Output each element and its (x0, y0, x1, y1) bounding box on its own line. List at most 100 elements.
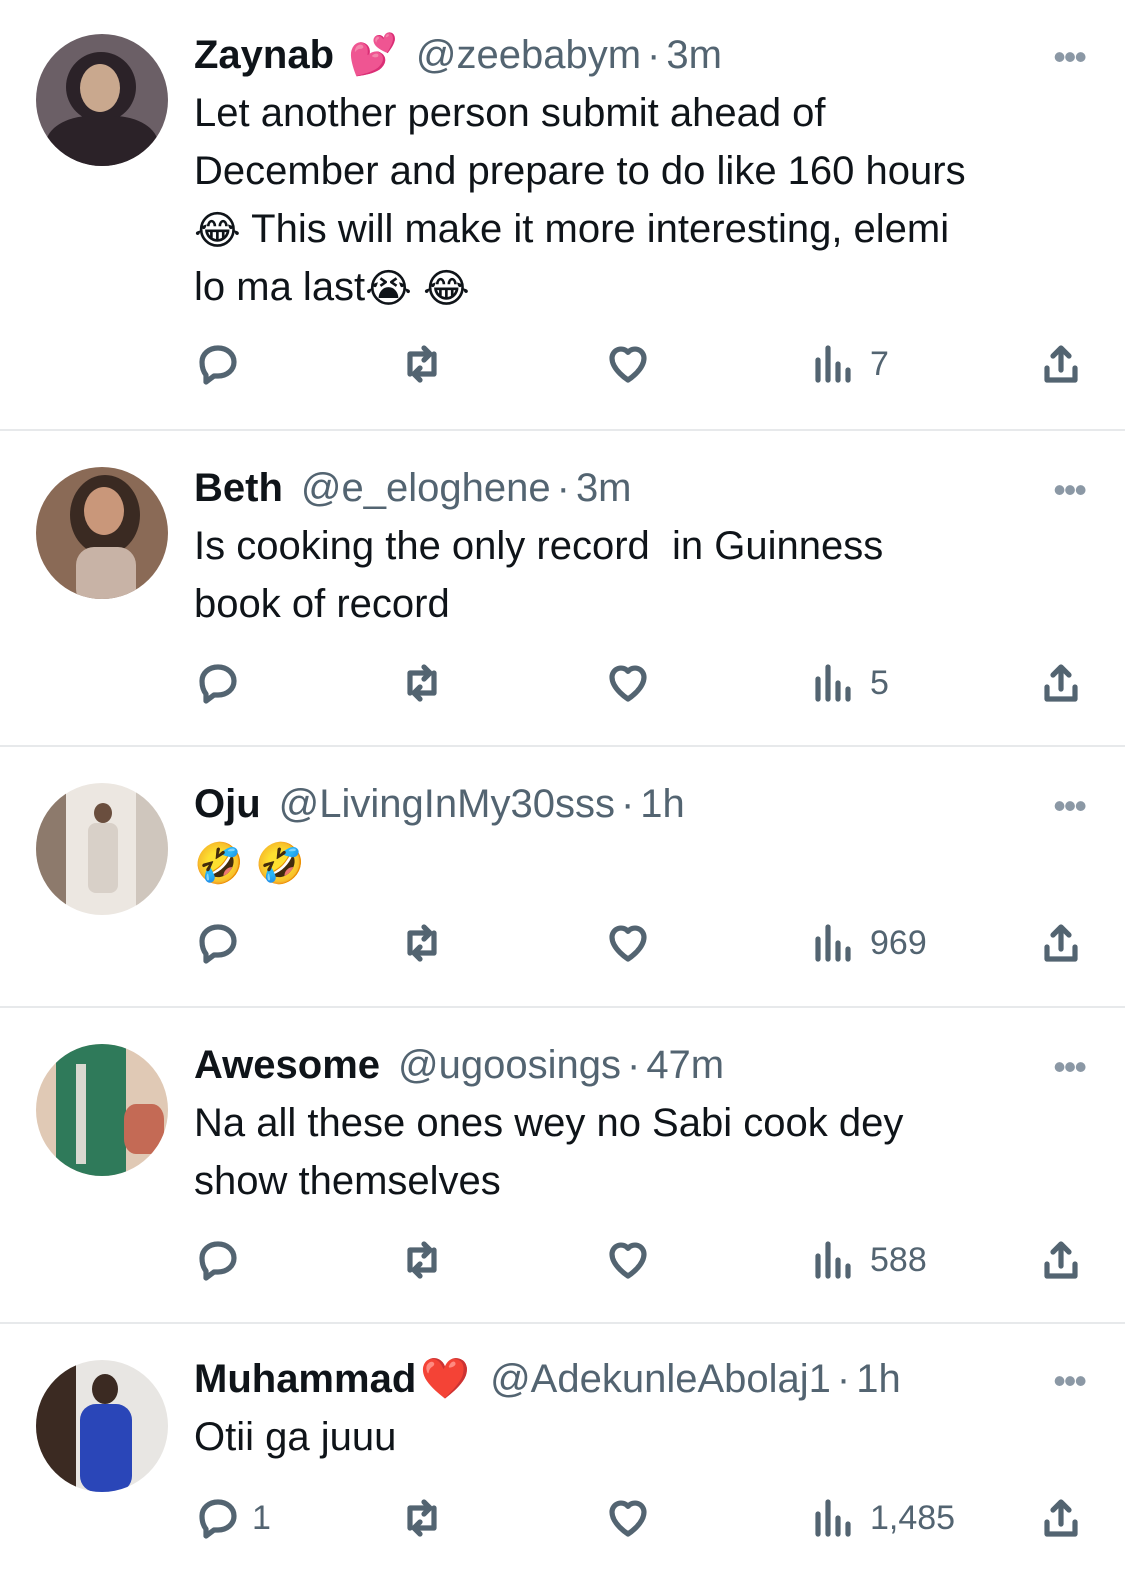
more-options-icon[interactable]: ••• (1053, 1360, 1087, 1402)
separator: · (556, 466, 570, 510)
heart-icon (609, 925, 647, 962)
separator: · (626, 1043, 641, 1087)
more-options-icon[interactable]: ••• (1053, 36, 1087, 78)
tweet[interactable]: Zaynab 💕 @zeebabym · 3m Let another pers… (0, 0, 1125, 431)
name-emoji: ❤️ (420, 1357, 471, 1401)
separator: · (620, 782, 635, 826)
reply-icon (199, 345, 237, 385)
tweet-text: Let another person submit ahead of Decem… (194, 91, 966, 312)
retweet-button[interactable] (398, 657, 446, 709)
timestamp[interactable]: 1h (856, 1354, 901, 1404)
views-button[interactable]: 588 (808, 1234, 927, 1286)
reply-button[interactable] (194, 1234, 256, 1286)
view-count: 7 (870, 344, 889, 383)
retweet-icon (407, 1499, 437, 1537)
display-name[interactable]: Beth (194, 463, 283, 513)
user-handle[interactable]: @e_eloghene (301, 463, 551, 513)
avatar[interactable] (36, 783, 168, 915)
reply-icon (199, 1241, 237, 1281)
tweet-header: Oju @LivingInMy30sss · 1h (194, 779, 1085, 829)
display-name[interactable]: Awesome (194, 1040, 380, 1090)
views-chart-icon (815, 924, 851, 962)
share-button[interactable] (1037, 657, 1085, 709)
more-options-icon[interactable]: ••• (1053, 469, 1087, 511)
user-handle[interactable]: @AdekunleAbolaj1 (490, 1354, 831, 1404)
reply-button[interactable] (194, 338, 256, 390)
display-name[interactable]: Zaynab (194, 30, 334, 80)
reply-button[interactable] (194, 917, 256, 969)
heart-icon (609, 1242, 647, 1279)
retweet-button[interactable] (398, 917, 446, 969)
user-handle[interactable]: @LivingInMy30sss (279, 779, 615, 829)
avatar[interactable] (36, 1044, 168, 1176)
retweet-icon (407, 664, 437, 702)
views-chart-icon (815, 1241, 851, 1279)
tweet-text: Is cooking the only record in Guinness b… (194, 524, 884, 626)
avatar[interactable] (36, 1360, 168, 1492)
share-button[interactable] (1037, 917, 1085, 969)
retweet-button[interactable] (398, 1234, 446, 1286)
tweet[interactable]: Oju @LivingInMy30sss · 1h 🤣 🤣 ••• 969 (0, 747, 1125, 1008)
tweet-header: Zaynab 💕 @zeebabym · 3m (194, 30, 1085, 80)
share-button[interactable] (1037, 1492, 1085, 1544)
tweet-header: Muhammad ❤️ @AdekunleAbolaj1 · 1h (194, 1354, 1085, 1404)
share-icon (1044, 664, 1078, 702)
share-button[interactable] (1037, 1234, 1085, 1286)
like-button[interactable] (604, 917, 652, 969)
name-emoji: 💕 (348, 33, 398, 77)
reply-button[interactable]: 1 (194, 1492, 271, 1544)
reply-icon (199, 924, 237, 964)
tweet-text: 🤣 🤣 (194, 842, 305, 887)
share-icon (1044, 924, 1078, 962)
tweet-text: Otii ga juuu (194, 1415, 397, 1459)
tweet-header: Beth @e_eloghene · 3m (194, 463, 1085, 513)
views-chart-icon (815, 345, 851, 383)
like-button[interactable] (604, 338, 652, 390)
reply-icon (199, 1499, 237, 1539)
display-name[interactable]: Oju (194, 779, 261, 829)
separator: · (836, 1357, 851, 1401)
user-handle[interactable]: @ugoosings (398, 1040, 621, 1090)
timestamp[interactable]: 3m (576, 463, 632, 513)
tweet[interactable]: Awesome @ugoosings · 47m Na all these on… (0, 1008, 1125, 1324)
share-icon (1044, 1499, 1078, 1537)
timestamp[interactable]: 1h (640, 779, 685, 829)
share-icon (1044, 1241, 1078, 1279)
views-button[interactable]: 969 (808, 917, 927, 969)
tweet[interactable]: Muhammad ❤️ @AdekunleAbolaj1 · 1h Otii g… (0, 1324, 1125, 1575)
tweet[interactable]: Beth @e_eloghene · 3m Is cooking the onl… (0, 431, 1125, 747)
retweet-icon (407, 345, 437, 383)
user-handle[interactable]: @zeebabym (416, 30, 641, 80)
avatar[interactable] (36, 467, 168, 599)
views-chart-icon (815, 664, 851, 702)
reply-icon (199, 664, 237, 704)
timestamp[interactable]: 3m (666, 30, 722, 80)
reply-count: 1 (252, 1498, 271, 1537)
view-count: 969 (870, 923, 927, 962)
more-options-icon[interactable]: ••• (1053, 1046, 1087, 1088)
view-count: 5 (870, 663, 889, 702)
retweet-icon (407, 1241, 437, 1279)
reply-button[interactable] (194, 657, 256, 709)
share-icon (1044, 345, 1078, 383)
more-options-icon[interactable]: ••• (1053, 785, 1087, 827)
views-button[interactable]: 7 (808, 338, 889, 390)
tweet-text: Na all these ones wey no Sabi cook dey s… (194, 1101, 904, 1203)
separator: · (647, 33, 661, 77)
retweet-button[interactable] (398, 338, 446, 390)
views-chart-icon (815, 1499, 851, 1537)
heart-icon (609, 665, 647, 702)
avatar[interactable] (36, 34, 168, 166)
view-count: 588 (870, 1240, 927, 1279)
retweet-button[interactable] (398, 1492, 446, 1544)
like-button[interactable] (604, 657, 652, 709)
heart-icon (609, 1500, 647, 1537)
like-button[interactable] (604, 1234, 652, 1286)
like-button[interactable] (604, 1492, 652, 1544)
timestamp[interactable]: 47m (646, 1040, 724, 1090)
views-button[interactable]: 1,485 (808, 1492, 955, 1544)
share-button[interactable] (1037, 338, 1085, 390)
view-count: 1,485 (870, 1498, 956, 1537)
display-name[interactable]: Muhammad (194, 1354, 416, 1404)
views-button[interactable]: 5 (808, 657, 889, 709)
